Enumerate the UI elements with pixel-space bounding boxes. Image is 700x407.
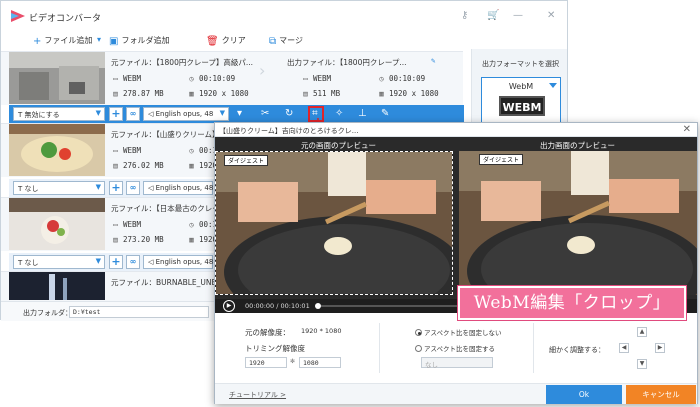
dialog-footer: チュートリアル > Ok キャンセル bbox=[215, 383, 697, 404]
preview-area: 元の画面のプレビュー 出力画面のプレビュー ダイジェスト ダイジェスト bbox=[215, 137, 697, 299]
times-icon: ✻ bbox=[290, 358, 296, 365]
digest-stamp: ダイジェスト bbox=[224, 155, 268, 166]
crop-settings: 元の解像度： 1920 * 1080 トリミング解像度 1920 ✻ 1080 … bbox=[215, 313, 697, 383]
seek-track[interactable] bbox=[321, 305, 481, 307]
cancel-button[interactable]: キャンセル bbox=[626, 385, 696, 404]
arrow-left-icon[interactable]: ◀ bbox=[619, 343, 629, 353]
divider bbox=[379, 323, 380, 373]
arrow-right-icon[interactable]: ▶ bbox=[655, 343, 665, 353]
crop-height-input[interactable]: 1080 bbox=[299, 357, 341, 368]
playback-time: 00:00:00 / 00:10:01 bbox=[245, 302, 310, 310]
crop-width-input[interactable]: 1920 bbox=[245, 357, 287, 368]
dialog-title: 【山盛りクリーム】吉向けのとろけるクレ... bbox=[219, 127, 359, 135]
play-button[interactable]: ▶ bbox=[223, 300, 235, 312]
ok-button[interactable]: Ok bbox=[546, 385, 622, 404]
close-icon[interactable]: ✕ bbox=[683, 124, 691, 135]
original-preview-label: 元の画面のプレビュー bbox=[301, 141, 376, 150]
promo-caption: WebM編集「クロップ」 bbox=[458, 286, 686, 320]
aspect-free-option[interactable]: アスペクト比を固定しない bbox=[415, 327, 502, 337]
digest-stamp: ダイジェスト bbox=[479, 154, 523, 165]
dialog-title-bar: 【山盛りクリーム】吉向けのとろけるクレ... ✕ bbox=[215, 123, 697, 137]
radio-icon bbox=[415, 329, 422, 336]
original-resolution-label: 元の解像度： bbox=[245, 328, 290, 337]
fine-adjust-label: 細かく調整する： bbox=[549, 346, 605, 354]
tutorial-link[interactable]: チュートリアル > bbox=[229, 390, 286, 400]
arrow-down-icon[interactable]: ▼ bbox=[637, 359, 647, 369]
original-resolution-value: 1920 * 1080 bbox=[301, 327, 342, 335]
crop-dialog: 【山盛りクリーム】吉向けのとろけるクレ... ✕ 元の画面のプレビュー 出力画面… bbox=[214, 122, 698, 404]
output-video-preview: ダイジェスト bbox=[459, 151, 697, 295]
output-preview-label: 出力画面のプレビュー bbox=[540, 141, 615, 150]
divider bbox=[533, 323, 534, 373]
aspect-fixed-option[interactable]: アスペクト比を固定する bbox=[415, 343, 495, 353]
radio-icon bbox=[415, 345, 422, 352]
arrow-up-icon[interactable]: ▲ bbox=[637, 327, 647, 337]
original-video-preview[interactable]: ダイジェスト bbox=[215, 151, 453, 295]
trim-resolution-label: トリミング解像度 bbox=[245, 344, 305, 353]
aspect-ratio-select[interactable]: なし bbox=[421, 357, 493, 369]
